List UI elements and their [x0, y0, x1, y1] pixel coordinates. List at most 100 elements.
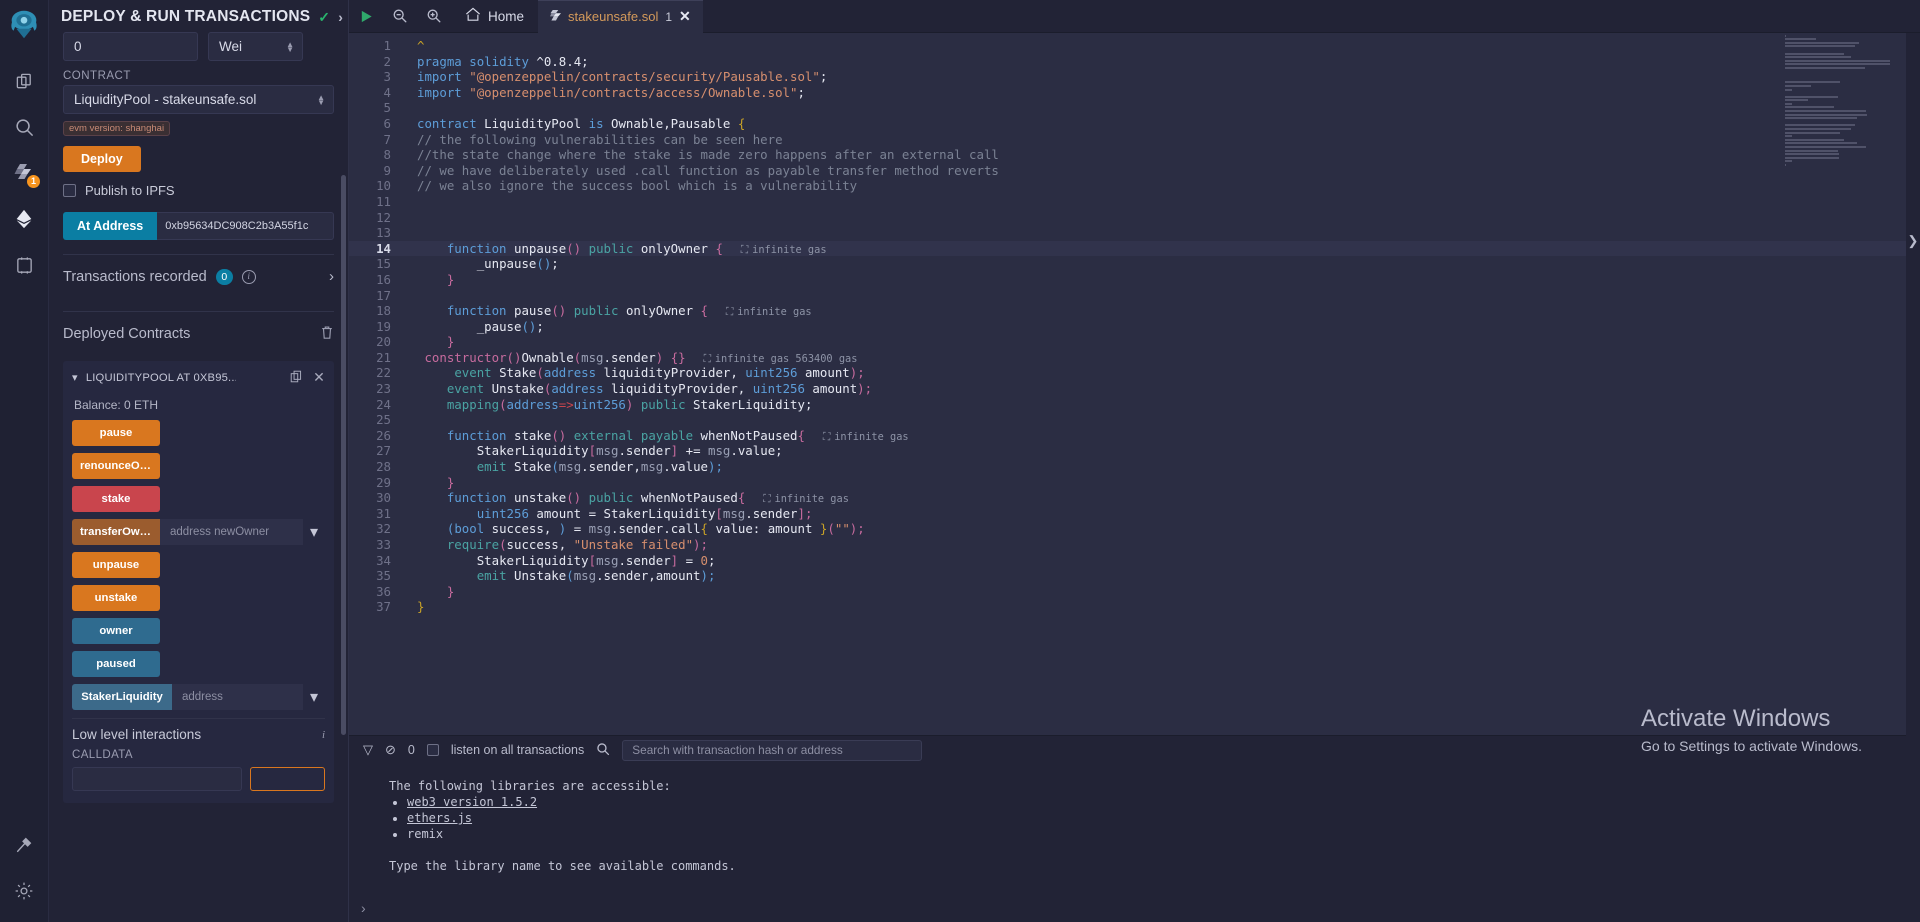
deploy-button[interactable]: Deploy [63, 146, 141, 172]
settings-icon[interactable] [2, 868, 46, 914]
publish-ipfs-checkbox[interactable] [63, 184, 76, 197]
lib-ethers-link[interactable]: ethers.js [407, 811, 472, 825]
minimap-line [1785, 110, 1866, 113]
minimap-line [1785, 81, 1841, 84]
code-line: 20 } [349, 334, 1920, 350]
transaction-search-input[interactable]: Search with transaction hash or address [622, 739, 923, 761]
chevron-down-icon[interactable]: ▾ [303, 684, 325, 710]
contract-select[interactable]: LiquidityPool - stakeunsafe.sol ▲ ▼ [63, 85, 334, 114]
solidity-compiler-icon[interactable]: 1 [2, 150, 46, 196]
at-address-input[interactable]: 0xb95634DC908C2b3A55f1c [157, 212, 334, 240]
gas-estimate: ⛶ infinite gas [763, 493, 849, 506]
line-number: 15 [376, 256, 391, 272]
deployed-contract-header[interactable]: ▾ LIQUIDITYPOOL AT 0XB95...DA13 ✕ [72, 369, 325, 386]
zoom-out-icon[interactable] [383, 0, 417, 33]
function-row: paused [72, 651, 325, 677]
close-icon[interactable]: ✕ [313, 369, 325, 386]
code-line: 6 contract LiquidityPool is Ownable,Pausa… [349, 116, 1920, 132]
deploy-run-icon[interactable] [2, 196, 46, 242]
chevron-double-down-icon[interactable]: ❯ [1906, 233, 1920, 249]
terminal-prompt[interactable]: › [349, 894, 1920, 922]
zoom-in-icon[interactable] [417, 0, 451, 33]
fn-renounce-ownership-button[interactable]: renounceOwn... [72, 453, 160, 479]
file-explorer-icon[interactable] [2, 58, 46, 104]
sidepanel-scrollbar[interactable] [341, 175, 346, 735]
code-editor[interactable]: 1 ^ 2 pragma solidity ^0.8.4; 3 import "@open… [349, 33, 1920, 735]
plugin-manager-icon[interactable] [2, 242, 46, 288]
chevron-down-icon[interactable]: ▾ [72, 371, 78, 384]
search-icon[interactable] [2, 104, 46, 150]
fn-stake-button[interactable]: stake [72, 486, 160, 512]
code-text: // we have deliberately used .call funct… [417, 162, 999, 178]
code-text: function unstake() public whenNotPaused{… [446, 490, 849, 506]
lib-web3-link[interactable]: web3 version 1.5.2 [407, 795, 537, 809]
fn-owner-button[interactable]: owner [72, 618, 160, 644]
line-number: 21 [376, 349, 391, 365]
chevron-right-icon[interactable]: › [338, 9, 343, 25]
copy-icon[interactable] [290, 370, 303, 386]
fn-pause-button[interactable]: pause [72, 420, 160, 446]
tab-stakeunsafe-sol[interactable]: stakeunsafe.sol 1 ✕ [538, 0, 703, 33]
publish-ipfs-row[interactable]: Publish to IPFS [63, 183, 334, 198]
code-line: 26 function stake() external payable whe… [349, 428, 1920, 444]
function-row: owner [72, 618, 325, 644]
trash-icon[interactable] [320, 325, 334, 343]
code-text: (bool success, ) = msg.sender.call{ valu… [446, 521, 865, 537]
calldata-input[interactable] [72, 767, 242, 791]
minimap-line [1785, 95, 1838, 98]
search-icon[interactable] [596, 742, 610, 759]
line-number: 30 [376, 490, 391, 506]
info-icon[interactable]: i [241, 269, 256, 284]
gas-icon: ⛶ [763, 493, 771, 506]
value-unit-select[interactable]: Wei ▲ ▼ [208, 32, 303, 61]
minimap-line [1785, 153, 1839, 156]
line-number: 19 [376, 318, 391, 334]
line-number: 16 [376, 271, 391, 287]
minimap-line [1785, 106, 1834, 109]
deployed-contracts-row: Deployed Contracts [63, 312, 334, 355]
chevron-right-icon[interactable]: › [329, 268, 334, 285]
fn-transfer-ownership-button[interactable]: transferOwner... [72, 519, 160, 545]
fn-unpause-button[interactable]: unpause [72, 552, 160, 578]
editor-minimap[interactable] [1781, 33, 1906, 233]
panel-header: DEPLOY & RUN TRANSACTIONS ✓ › [49, 0, 348, 32]
listen-all-checkbox[interactable] [426, 744, 439, 756]
fn-stakerliquidity-input[interactable]: address [172, 684, 303, 710]
gas-icon: ⛶ [740, 243, 749, 256]
tab-home[interactable]: Home [451, 0, 538, 33]
code-line: 35 emit Unstake(msg.sender,amount); [349, 568, 1920, 584]
at-address-button[interactable]: At Address [63, 212, 158, 240]
code-line: 19 _pause(); [349, 319, 1920, 335]
evm-version-badge: evm version: shanghai [63, 121, 171, 136]
fn-transfer-ownership-input[interactable]: address newOwner [160, 519, 303, 545]
info-icon[interactable]: i [322, 729, 325, 741]
minimap-line [1785, 146, 1866, 148]
close-icon[interactable]: ✕ [679, 8, 691, 25]
fn-unstake-button[interactable]: unstake [72, 585, 160, 611]
chevron-down-icon[interactable]: ▾ [303, 519, 325, 545]
chevron-double-down-icon[interactable]: ▽ [363, 742, 373, 758]
gas-icon: ⛶ [726, 306, 734, 319]
code-text: // the following vulnerabilities can be … [417, 131, 783, 147]
pending-count: 0 [407, 743, 415, 757]
code-line: 31 uint256 amount = StakerLiquidity[msg.… [349, 506, 1920, 522]
fn-stakerliquidity-button[interactable]: StakerLiquidity [72, 684, 172, 710]
code-text: import "@openzeppelin/contracts/access/O… [417, 84, 805, 100]
minimap-line [1785, 88, 1792, 91]
code-text: //the state change where the stake is ma… [417, 147, 999, 163]
remix-logo-icon[interactable] [3, 4, 45, 46]
minimap-line [1785, 38, 1817, 41]
code-line: 9 // we have deliberately used .call func… [349, 163, 1920, 179]
transact-button[interactable] [250, 767, 325, 791]
debugger-icon[interactable] [2, 822, 46, 868]
fn-paused-button[interactable]: paused [72, 651, 160, 677]
value-input[interactable]: 0 [63, 32, 198, 61]
line-number: 7 [383, 131, 391, 147]
transactions-recorded-row[interactable]: Transactions recorded 0 i › [63, 255, 334, 297]
deployed-contract-title: LIQUIDITYPOOL AT 0XB95...DA13 [85, 371, 236, 384]
block-icon[interactable]: ⊘ [385, 742, 396, 758]
calldata-label: CALLDATA [72, 749, 133, 761]
code-line: 34 StakerLiquidity[msg.sender] = 0; [349, 553, 1920, 569]
run-icon[interactable] [349, 0, 383, 33]
code-text: mapping(address=>uint256) public StakerL… [446, 396, 813, 412]
